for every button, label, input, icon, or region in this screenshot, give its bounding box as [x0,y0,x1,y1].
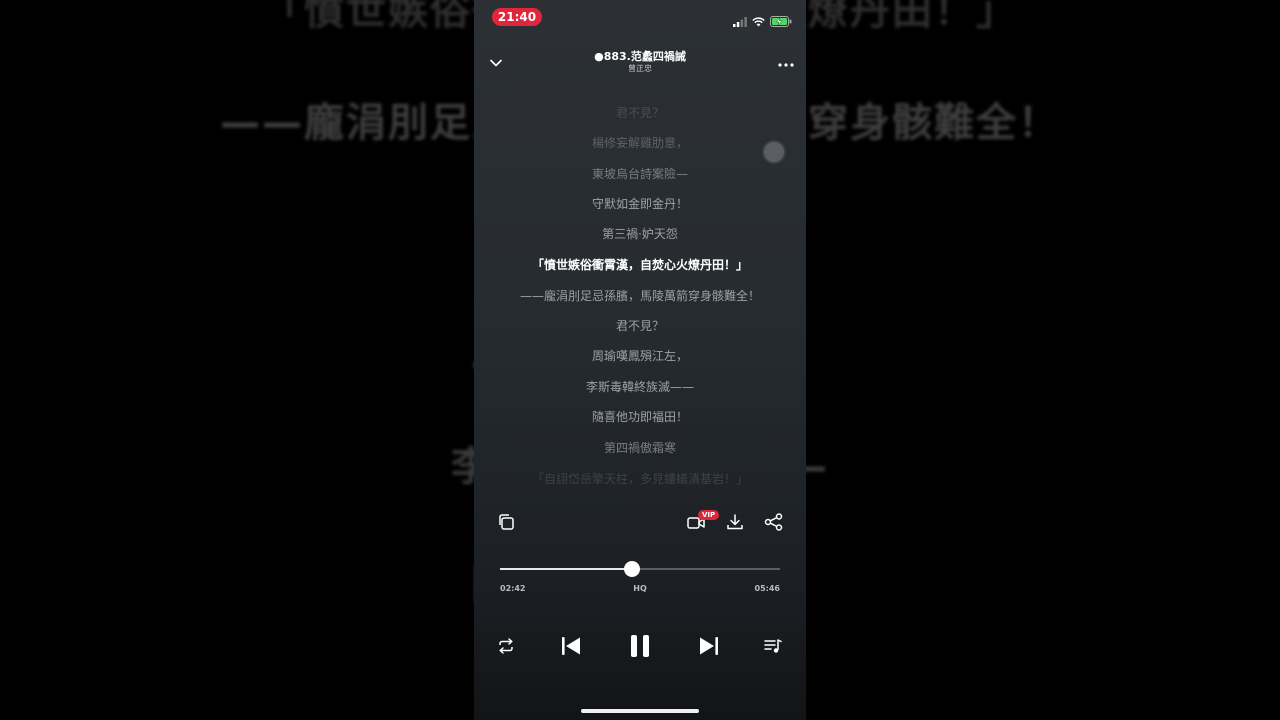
progress-bar[interactable] [500,561,780,577]
progress-knob[interactable] [623,561,640,577]
next-track-button[interactable] [695,634,723,662]
playlist-icon [764,638,782,658]
song-title: ●883.范蠡四禍誡 [594,50,686,63]
pause-icon [629,634,651,662]
skip-next-icon [698,636,720,660]
lyric-line-active[interactable]: 「憤世嫉俗衝霄漢，自焚心火燎丹田！」 [474,256,806,273]
copy-lyrics-button[interactable] [494,512,518,536]
chevron-down-icon [490,52,502,71]
vip-badge: VIP [698,510,720,520]
total-time: 05:46 [754,584,780,593]
lyric-line[interactable]: 第四禍傲霜寒 [474,439,806,456]
battery-charging-icon [770,12,792,31]
pause-button[interactable] [626,634,654,662]
share-icon [764,513,784,535]
action-bar: VIP [474,508,806,540]
playback-controls [474,630,806,666]
download-button[interactable] [723,512,747,536]
playlist-button[interactable] [759,634,787,662]
lyric-line[interactable]: 「自詡岱岳擎天柱，多見螻蟻潰基岩！」 [474,470,806,487]
lyric-line[interactable]: 楊修妄解雞肋意， [474,134,806,151]
lyric-line[interactable]: 周瑜嘆鳳殞江左， [474,347,806,364]
player-header: ●883.范蠡四禍誡 曾正忠 [474,44,806,78]
status-icons [733,12,792,31]
phone-screen: 21:40 ●883.范蠡四禍誡 曾正忠 君不見？ 楊修妄解雞肋意， 東坡烏台詩… [474,0,806,720]
lyric-line[interactable]: 隨喜他功即福田！ [474,408,806,425]
share-button[interactable] [762,512,786,536]
progress-fill [500,568,632,570]
status-time[interactable]: 21:40 [492,8,542,26]
lyric-line[interactable]: ——龐涓刖足忌孫臏，馬陵萬箭穿身骸難全！ [474,287,806,304]
lyric-line[interactable]: 君不見？ [474,317,806,334]
cellular-signal-icon [733,12,747,31]
status-bar: 21:40 [474,0,806,36]
home-indicator[interactable] [581,709,699,713]
skip-previous-icon [560,636,582,660]
repeat-icon [497,638,515,658]
download-icon [726,513,744,535]
copy-icon [497,513,515,535]
more-options-button[interactable] [772,50,800,72]
lyric-line[interactable]: 東坡烏台詩案險— [474,165,806,182]
lyric-line[interactable]: 守默如金即金丹！ [474,195,806,212]
wifi-icon [752,12,765,31]
floating-assistive-button[interactable] [762,140,786,164]
previous-track-button[interactable] [557,634,585,662]
lyrics-panel[interactable]: 君不見？ 楊修妄解雞肋意， 東坡烏台詩案險— 守默如金即金丹！ 第三禍·妒天怨 … [474,98,806,494]
lyric-line[interactable]: 李斯毒韓終族滅—— [474,378,806,395]
lyric-line[interactable]: 君不見？ [474,104,806,121]
lyric-line[interactable]: 第三禍·妒天怨 [474,225,806,242]
more-horizontal-icon [778,52,794,71]
repeat-button[interactable] [492,634,520,662]
collapse-button[interactable] [482,50,510,72]
song-artist[interactable]: 曾正忠 [534,63,746,74]
